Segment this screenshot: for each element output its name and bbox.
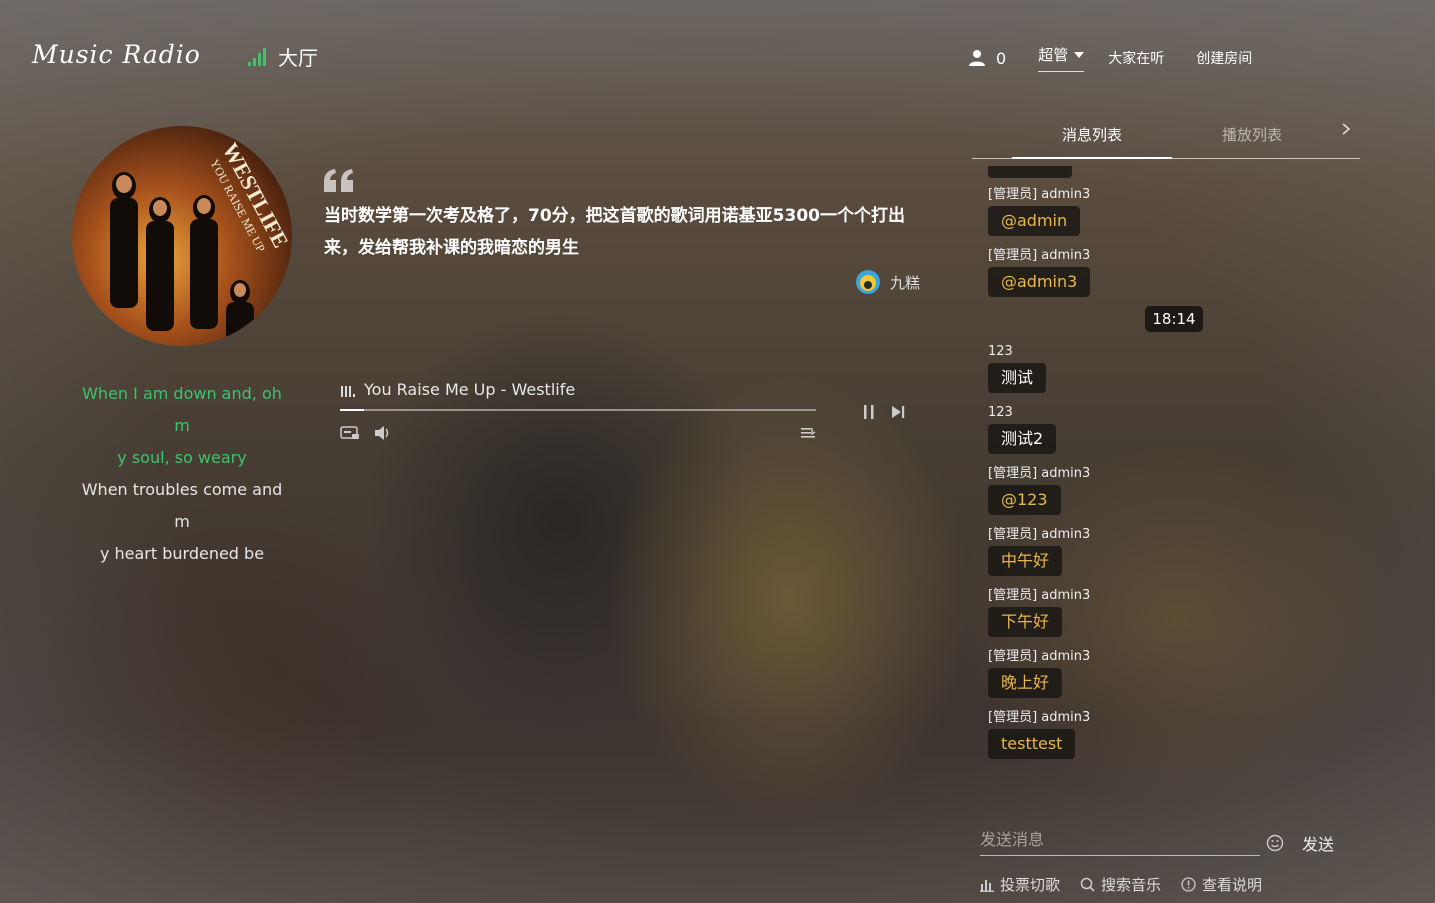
message-bubble: 下午好 xyxy=(988,607,1063,637)
online-count: 0 xyxy=(996,48,1007,68)
message-bubble: 测试 xyxy=(988,363,1047,393)
room-indicator: 大厅 xyxy=(248,42,318,71)
active-tab-indicator xyxy=(1012,157,1172,159)
vote-chart-icon xyxy=(980,879,994,892)
message-sender[interactable]: 123 xyxy=(988,402,1360,424)
message-item: 123 测试 xyxy=(988,341,1360,402)
playlist-icon[interactable] xyxy=(800,426,816,440)
nav-listening[interactable]: 大家在听 xyxy=(1108,48,1164,68)
volume-icon[interactable] xyxy=(374,425,392,441)
lyric-mode-icon[interactable] xyxy=(340,426,360,440)
album-cover: WESTLIFE YOU RAISE ME UP xyxy=(72,126,292,346)
top-nav: 0 超管 大家在听 创建房间 xyxy=(968,44,1284,72)
bottom-toolbar: 投票切歌 搜索音乐 查看说明 xyxy=(980,874,1262,895)
message-list[interactable]: [管理员] admin3 @admin [管理员] admin3 @admin3 18:… xyxy=(988,166,1360,816)
admin-label: 超管 xyxy=(1038,46,1069,64)
lyric-line-current: y soul, so weary xyxy=(117,448,247,467)
caret-down-icon xyxy=(1074,51,1085,58)
message-sender[interactable]: 123 xyxy=(988,341,1360,363)
emoji-icon[interactable] xyxy=(1266,834,1284,852)
message-bubble: 测试2 xyxy=(988,424,1057,454)
message-sender[interactable]: [管理员] admin3 xyxy=(988,524,1360,546)
message-item: [管理员] admin3 中午好 xyxy=(988,524,1360,585)
pause-icon[interactable] xyxy=(862,404,876,420)
online-users[interactable]: 0 xyxy=(968,49,1006,68)
message-input[interactable] xyxy=(980,830,1260,849)
message-item: [管理员] admin3 testtest xyxy=(988,707,1360,768)
room-name: 大厅 xyxy=(278,46,318,70)
vote-skip-button[interactable]: 投票切歌 xyxy=(980,874,1060,895)
tab-playlist[interactable]: 播放列表 xyxy=(1172,124,1332,145)
equalizer-icon xyxy=(341,385,355,397)
comment-author[interactable]: 九糕 xyxy=(856,270,920,294)
signal-icon xyxy=(248,47,266,66)
tab-messages[interactable]: 消息列表 xyxy=(1012,124,1172,145)
message-sender[interactable]: [管理员] admin3 xyxy=(988,245,1360,267)
message-bubble xyxy=(988,166,1072,178)
message-sender[interactable]: [管理员] admin3 xyxy=(988,646,1360,668)
message-bubble: @123 xyxy=(988,485,1061,515)
app-logo[interactable]: Music Radio xyxy=(32,40,201,69)
chevron-right-icon[interactable] xyxy=(1332,122,1360,140)
message-sender[interactable]: [管理员] admin3 xyxy=(988,184,1360,206)
timestamp-badge: 18:14 xyxy=(1145,306,1203,332)
info-icon xyxy=(1181,877,1196,892)
message-item: [管理员] admin3 @admin xyxy=(988,184,1360,245)
user-icon xyxy=(969,50,985,66)
music-player: You Raise Me Up - Westlife xyxy=(340,380,816,441)
help-button[interactable]: 查看说明 xyxy=(1181,874,1262,895)
playback-controls xyxy=(862,404,906,420)
quote-icon xyxy=(324,169,353,192)
nav-create-room[interactable]: 创建房间 xyxy=(1196,48,1252,68)
message-item: [管理员] admin3 晚上好 xyxy=(988,646,1360,707)
send-button[interactable]: 发送 xyxy=(1302,831,1334,855)
message-sender[interactable]: [管理员] admin3 xyxy=(988,463,1360,485)
message-bubble: 中午好 xyxy=(988,546,1063,576)
message-item: [管理员] admin3 @123 xyxy=(988,463,1360,524)
search-icon xyxy=(1080,877,1095,892)
message-bubble: 晚上好 xyxy=(988,668,1063,698)
next-track-icon[interactable] xyxy=(890,404,906,420)
author-name: 九糕 xyxy=(890,273,921,292)
message-item: [管理员] admin3 下午好 xyxy=(988,585,1360,646)
message-bubble: testtest xyxy=(988,729,1076,759)
lyrics-panel: When I am down and, oh m y soul, so wear… xyxy=(76,378,288,570)
progress-fill xyxy=(340,409,364,411)
search-music-button[interactable]: 搜索音乐 xyxy=(1080,874,1161,895)
message-composer: 发送 xyxy=(980,830,1340,856)
lyric-line-next: y heart burdened be xyxy=(99,544,265,563)
message-sender[interactable]: [管理员] admin3 xyxy=(988,585,1360,607)
lyric-line-current: When I am down and, oh m xyxy=(82,384,282,435)
panel-tabs: 消息列表 播放列表 xyxy=(972,112,1360,159)
progress-bar[interactable] xyxy=(340,409,816,411)
message-bubble: @admin xyxy=(988,206,1081,236)
message-item: [管理员] admin3 @admin3 xyxy=(988,245,1360,306)
song-comment: 当时数学第一次考及格了，70分，把这首歌的歌词用诺基亚5300一个个打出来，发给… xyxy=(324,206,905,258)
song-title: You Raise Me Up - Westlife xyxy=(364,380,576,399)
admin-dropdown[interactable]: 超管 xyxy=(1038,44,1085,72)
lyric-line-next: When troubles come and m xyxy=(81,480,283,531)
message-sender[interactable]: [管理员] admin3 xyxy=(988,707,1360,729)
message-item: 123 测试2 xyxy=(988,402,1360,463)
author-avatar xyxy=(856,270,880,294)
message-bubble: @admin3 xyxy=(988,267,1091,297)
